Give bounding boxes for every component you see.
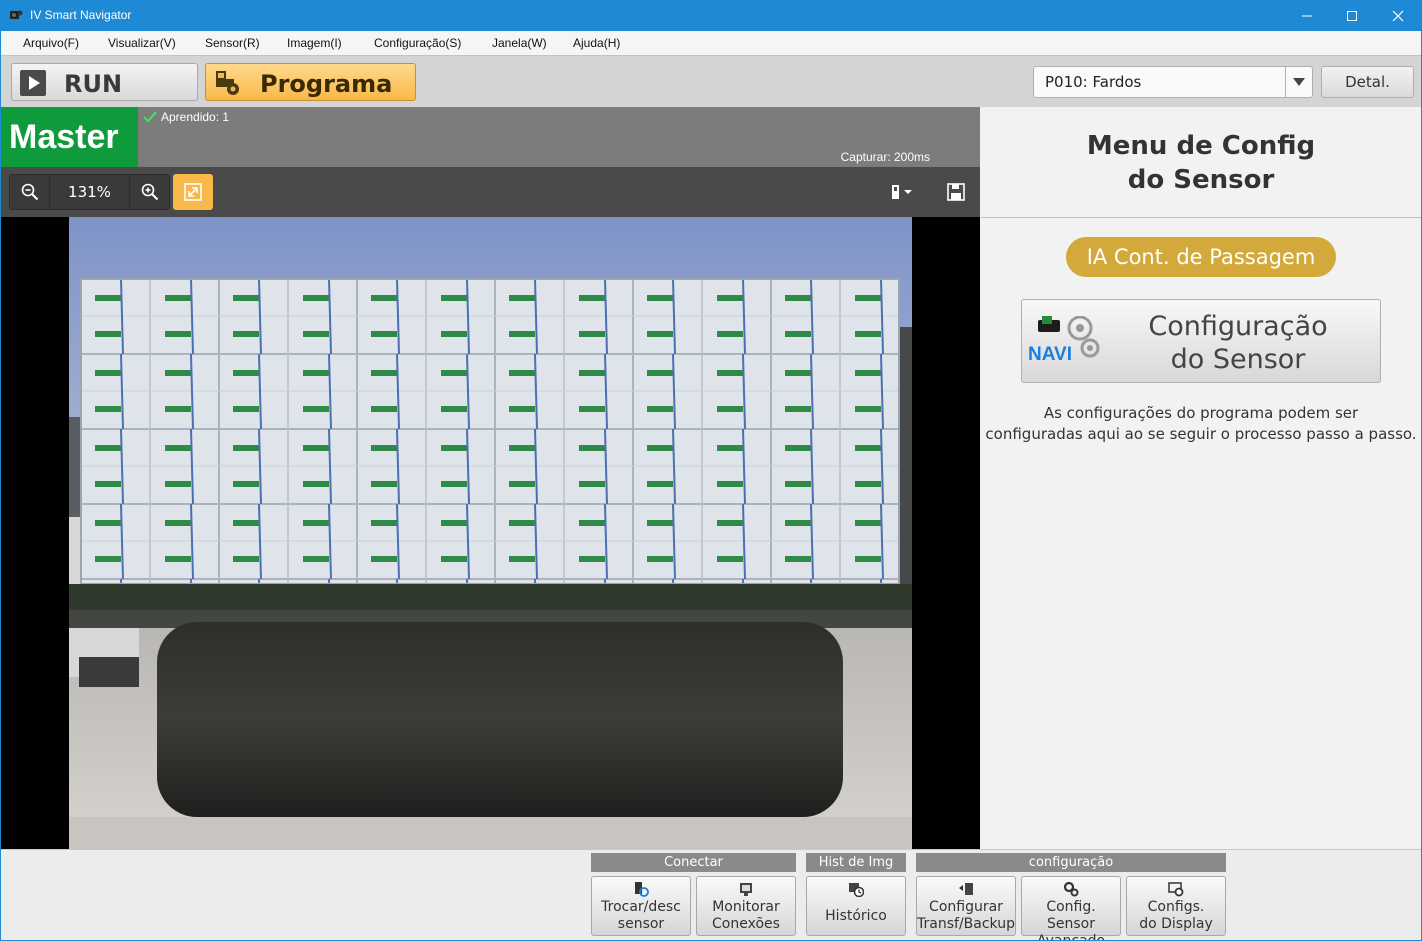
run-label: RUN — [64, 70, 123, 98]
run-button[interactable]: RUN — [11, 63, 198, 101]
dropdown-arrow-icon[interactable] — [1285, 67, 1312, 97]
sensor-config-line2: do Sensor — [1170, 344, 1306, 375]
sensor-config-panel: Menu de Config do Sensor IA Cont. de Pas… — [981, 107, 1421, 849]
save-image-button[interactable] — [941, 179, 971, 205]
history-label: Histórico — [825, 908, 887, 924]
play-icon — [20, 70, 46, 96]
group-configuracao: configuração — [916, 853, 1226, 872]
program-select-value: P010: Fardos — [1045, 73, 1142, 91]
zoom-control: 131% — [9, 174, 170, 210]
zoom-in-button[interactable] — [129, 175, 169, 209]
zoom-out-icon — [21, 183, 38, 201]
navi-gear-icon: NAVI — [1028, 316, 1100, 365]
transfer-backup-icon — [959, 883, 973, 895]
program-settings-icon — [216, 71, 239, 95]
description-line1: As configurações do programa podem ser — [1043, 404, 1359, 422]
camera-image-area[interactable] — [1, 217, 980, 849]
advanced-sensor-config-label: Config. Sensor Avançado — [1036, 899, 1106, 941]
fit-to-window-button[interactable] — [173, 174, 213, 210]
camera-image[interactable] — [69, 217, 912, 849]
close-icon — [1392, 10, 1404, 21]
menu-arquivo[interactable]: Arquivo(F) — [23, 36, 79, 50]
fit-screen-icon — [184, 183, 202, 201]
history-icon — [849, 883, 864, 897]
learned-text: Aprendido: 1 — [161, 110, 230, 124]
menu-imagem[interactable]: Imagem(I) — [287, 36, 342, 50]
menu-bar: Arquivo(F) Visualizar(V) Sensor(R) Image… — [1, 31, 1421, 55]
panel-title-line1: Menu de Config — [1086, 131, 1316, 161]
menu-visualizar[interactable]: Visualizar(V) — [108, 36, 176, 50]
description-line2: configuradas aqui ao se seguir o process… — [985, 425, 1417, 443]
capture-time: Capturar: 200ms — [840, 150, 930, 164]
close-button[interactable] — [1375, 0, 1421, 31]
image-header: Master Aprendido: 1 Capturar: 200ms — [1, 107, 980, 167]
zoom-in-icon — [141, 183, 158, 201]
detail-button[interactable]: Detal. — [1321, 66, 1414, 98]
transfer-backup-label: Configurar Transf/Backup — [917, 899, 1015, 932]
group-conectar: Conectar — [591, 853, 796, 872]
swap-sensor-label: Trocar/desc sensor — [601, 899, 681, 932]
program-button[interactable]: Programa — [205, 63, 416, 101]
display-settings-label: Configs. do Display — [1139, 899, 1213, 932]
advanced-settings-icon — [1063, 881, 1079, 897]
monitor-connections-button[interactable]: Monitorar Conexões — [696, 876, 796, 936]
main-toolbar: RUN Programa P010: Fardos Detal. — [1, 55, 1421, 107]
sensor-config-label: Configuração do Sensor — [1118, 310, 1358, 376]
panel-title-line2: do Sensor — [1127, 165, 1275, 195]
monitor-connections-label: Monitorar Conexões — [712, 899, 780, 932]
maximize-icon — [1347, 10, 1357, 21]
minimize-button[interactable] — [1284, 0, 1330, 31]
panel-description: As configurações do programa podem ser c… — [981, 403, 1421, 445]
menu-sensor[interactable]: Sensor(R) — [205, 36, 260, 50]
display-settings-button[interactable]: Configs. do Display — [1126, 876, 1226, 936]
program-label: Programa — [260, 70, 393, 98]
maximize-button[interactable] — [1329, 0, 1375, 31]
sensor-view-dropdown[interactable] — [885, 179, 921, 205]
program-select[interactable]: P010: Fardos — [1033, 66, 1313, 98]
zoom-value: 131% — [68, 183, 111, 201]
zoom-out-button[interactable] — [10, 175, 50, 209]
truck-image — [69, 217, 912, 849]
display-settings-icon — [1168, 882, 1184, 897]
menu-ajuda[interactable]: Ajuda(H) — [573, 36, 620, 50]
group-hist-img: Hist de Img — [806, 853, 906, 872]
swap-sensor-button[interactable]: Trocar/desc sensor — [591, 876, 691, 936]
window-title: IV Smart Navigator — [30, 8, 132, 22]
zoom-toolbar: 131% — [1, 167, 980, 217]
sensor-swap-icon — [635, 882, 649, 897]
advanced-sensor-config-button[interactable]: Config. Sensor Avançado — [1021, 876, 1121, 941]
minimize-icon — [1302, 15, 1312, 16]
camera-icon — [10, 10, 23, 19]
check-icon — [143, 111, 157, 123]
navi-label: NAVI — [1028, 344, 1072, 365]
save-icon — [947, 183, 965, 201]
sensor-config-button[interactable]: NAVI Configuração do Sensor — [1021, 299, 1381, 383]
monitor-connections-icon — [740, 883, 752, 896]
sensor-config-line1: Configuração — [1148, 311, 1328, 342]
menu-configuracao[interactable]: Configuração(S) — [374, 36, 461, 50]
title-bar: IV Smart Navigator — [0, 0, 1422, 31]
history-button[interactable]: Histórico — [806, 876, 906, 936]
panel-title: Menu de Config do Sensor — [981, 129, 1421, 197]
panel-divider — [981, 217, 1421, 218]
menu-janela[interactable]: Janela(W) — [492, 36, 547, 50]
master-badge: Master — [1, 107, 138, 167]
tool-badge: IA Cont. de Passagem — [1066, 237, 1336, 277]
bottom-toolbar: Conectar Hist de Img configuração Trocar… — [1, 849, 1421, 941]
sensor-view-icon — [892, 185, 912, 199]
learned-status: Aprendido: 1 — [143, 110, 229, 124]
transfer-backup-button[interactable]: Configurar Transf/Backup — [916, 876, 1016, 936]
